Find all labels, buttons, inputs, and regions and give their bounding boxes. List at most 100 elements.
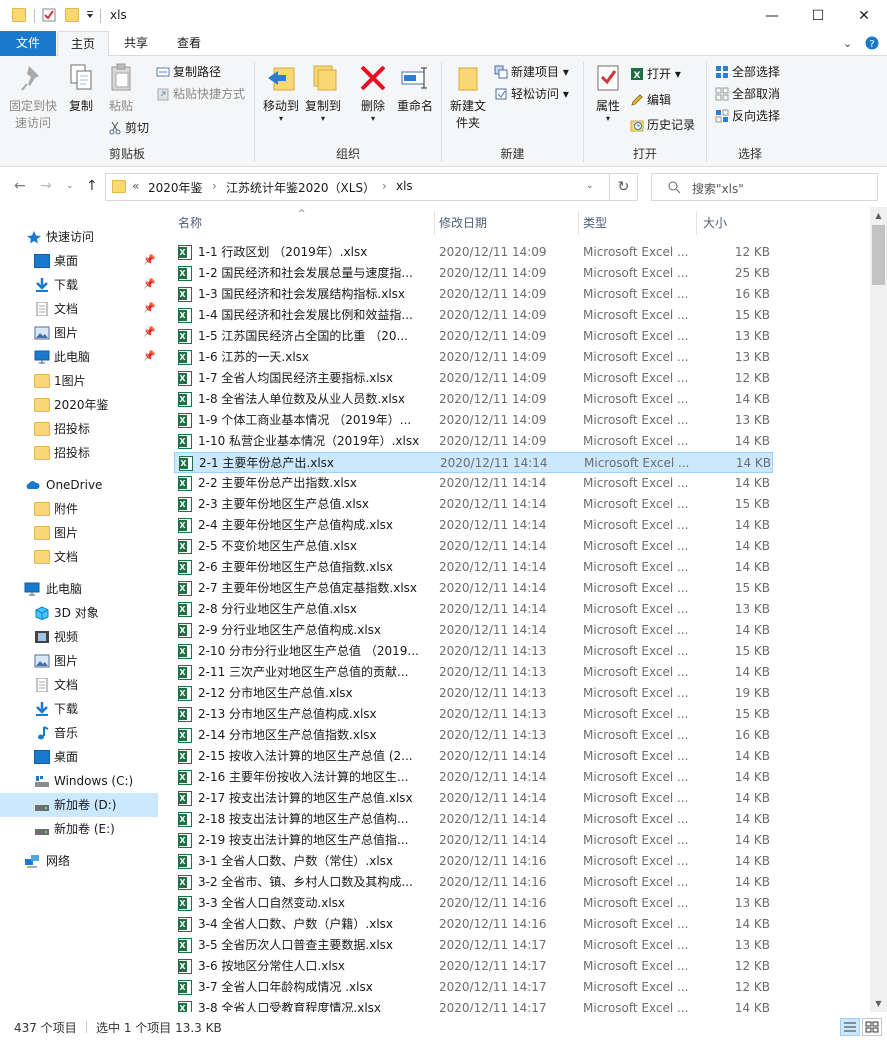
file-row[interactable]: 1-3 国民经济和社会发展结构指标.xlsx 2020/12/11 14:09 Mi…: [174, 284, 773, 305]
delete-button[interactable]: 删除 ▾: [355, 62, 391, 123]
search-box[interactable]: 搜索"xls": [651, 173, 878, 201]
nav-folder[interactable]: 1图片: [0, 369, 158, 393]
file-row[interactable]: 2-10 分市分行业地区生产总值 （2019... 2020/12/11 14:1…: [174, 641, 773, 662]
nav-downloads[interactable]: 下载: [0, 697, 158, 721]
close-button[interactable]: ✕: [841, 0, 887, 31]
select-all-button[interactable]: 全部选择: [715, 62, 780, 82]
file-row[interactable]: 2-1 主要年份总产出.xlsx 2020/12/11 14:14 Microsof…: [174, 452, 773, 473]
move-to-button[interactable]: 移动到 ▾: [261, 62, 301, 123]
expand-ribbon-icon[interactable]: ⌄: [843, 37, 852, 50]
file-row[interactable]: 3-4 全省人口数、户数（户籍）.xlsx 2020/12/11 14:16 Mic…: [174, 914, 773, 935]
file-row[interactable]: 3-8 全省人口受教育程度情况.xlsx 2020/12/11 14:17 Micr…: [174, 998, 773, 1012]
file-row[interactable]: 1-2 国民经济和社会发展总量与速度指... 2020/12/11 14:09 Mi…: [174, 263, 773, 284]
large-icons-view-button[interactable]: [862, 1018, 882, 1036]
nav-onedrive[interactable]: OneDrive: [0, 473, 158, 497]
file-row[interactable]: 2-12 分市地区生产总值.xlsx 2020/12/11 14:13 Micros…: [174, 683, 773, 704]
nav-drive-e[interactable]: 新加卷 (E:): [0, 817, 158, 841]
breadcrumb-item[interactable]: xls: [396, 179, 413, 193]
file-row[interactable]: 2-15 按收入法计算的地区生产总值 (2... 2020/12/11 14:14…: [174, 746, 773, 767]
paste-button[interactable]: 粘贴: [104, 62, 138, 115]
nav-desktop[interactable]: 桌面 📌: [0, 249, 158, 273]
edit-button[interactable]: 编辑: [630, 90, 671, 110]
file-row[interactable]: 3-5 全省历次人口普查主要数据.xlsx 2020/12/11 14:17 Mic…: [174, 935, 773, 956]
customize-toolbar-icon[interactable]: [85, 8, 95, 22]
nav-network[interactable]: 网络: [0, 849, 158, 873]
file-row[interactable]: 3-3 全省人口自然变动.xlsx 2020/12/11 14:16 Microso…: [174, 893, 773, 914]
file-row[interactable]: 3-1 全省人口数、户数（常住）.xlsx 2020/12/11 14:16 Mic…: [174, 851, 773, 872]
rename-button[interactable]: 重命名: [393, 62, 437, 115]
scroll-down-icon[interactable]: ▼: [870, 995, 887, 1012]
refresh-button[interactable]: ↻: [609, 173, 638, 201]
nav-this-pc[interactable]: 此电脑: [0, 577, 158, 601]
scrollbar-thumb[interactable]: [872, 225, 885, 285]
nav-documents[interactable]: 文档 📌: [0, 297, 158, 321]
cut-button[interactable]: 剪切: [108, 118, 149, 138]
file-row[interactable]: 1-5 江苏国民经济占全国的比重 （20... 2020/12/11 14:09 M…: [174, 326, 773, 347]
pin-to-quick-access-button[interactable]: 固定到快速访问: [6, 62, 60, 132]
back-button[interactable]: ←: [14, 178, 26, 194]
nav-this-pc-pinned[interactable]: 此电脑 📌: [0, 345, 158, 369]
column-header-name[interactable]: 名称: [160, 207, 434, 239]
column-header-type[interactable]: 类型: [565, 207, 685, 239]
nav-drive-c[interactable]: Windows (C:): [0, 769, 158, 793]
recent-locations-button[interactable]: ⌄: [66, 181, 74, 191]
help-icon[interactable]: ?: [865, 36, 879, 50]
file-row[interactable]: 1-8 全省法人单位数及从业人员数.xlsx 2020/12/11 14:09 Mi…: [174, 389, 773, 410]
column-header-date[interactable]: 修改日期: [421, 207, 565, 239]
select-none-button[interactable]: 全部取消: [715, 84, 780, 104]
properties-icon[interactable]: [42, 8, 56, 22]
file-row[interactable]: 2-2 主要年份总产出指数.xlsx 2020/12/11 14:14 Micros…: [174, 473, 773, 494]
easy-access-button[interactable]: 轻松访问 ▾: [494, 84, 569, 104]
file-row[interactable]: 1-9 个体工商业基本情况 （2019年）... 2020/12/11 14:09…: [174, 410, 773, 431]
file-row[interactable]: 1-1 行政区划 （2019年）.xlsx 2020/12/11 14:09 Mic…: [174, 242, 773, 263]
breadcrumb-item[interactable]: 江苏统计年鉴2020（XLS）: [226, 179, 375, 196]
file-row[interactable]: 1-6 江苏的一天.xlsx 2020/12/11 14:09 Microsoft …: [174, 347, 773, 368]
file-row[interactable]: 3-6 按地区分常住人口.xlsx 2020/12/11 14:17 Microso…: [174, 956, 773, 977]
file-row[interactable]: 2-9 分行业地区生产总值构成.xlsx 2020/12/11 14:14 Micr…: [174, 620, 773, 641]
file-row[interactable]: 3-7 全省人口年龄构成情况 .xlsx 2020/12/11 14:17 Micr…: [174, 977, 773, 998]
nav-folder[interactable]: 招投标: [0, 441, 158, 465]
new-item-button[interactable]: 新建项目 ▾: [494, 62, 569, 82]
nav-folder[interactable]: 招投标: [0, 417, 158, 441]
scroll-up-icon[interactable]: ▲: [870, 207, 887, 224]
file-row[interactable]: 2-7 主要年份地区生产总值定基指数.xlsx 2020/12/11 14:14 M…: [174, 578, 773, 599]
copy-path-button[interactable]: 复制路径: [156, 62, 221, 82]
tab-home[interactable]: 主页: [57, 31, 109, 57]
nav-folder[interactable]: 图片: [0, 521, 158, 545]
file-row[interactable]: 2-6 主要年份地区生产总值指数.xlsx 2020/12/11 14:14 Mic…: [174, 557, 773, 578]
details-view-button[interactable]: [840, 1018, 860, 1036]
file-row[interactable]: 2-5 不变价地区生产总值.xlsx 2020/12/11 14:14 Micros…: [174, 536, 773, 557]
new-folder-button[interactable]: 新建文件夹: [446, 62, 490, 132]
nav-music[interactable]: 音乐: [0, 721, 158, 745]
properties-button[interactable]: 属性 ▾: [590, 62, 626, 123]
nav-folder[interactable]: 文档: [0, 545, 158, 569]
file-row[interactable]: 2-11 三次产业对地区生产总值的贡献... 2020/12/11 14:13 Mi…: [174, 662, 773, 683]
copy-button[interactable]: 复制: [64, 62, 98, 115]
nav-3d-objects[interactable]: 3D 对象: [0, 601, 158, 625]
copy-to-button[interactable]: 复制到 ▾: [303, 62, 343, 123]
nav-pictures[interactable]: 图片 📌: [0, 321, 158, 345]
file-row[interactable]: 1-4 国民经济和社会发展比例和效益指... 2020/12/11 14:09 Mi…: [174, 305, 773, 326]
open-button[interactable]: X 打开 ▾: [630, 64, 681, 84]
maximize-button[interactable]: ☐: [795, 0, 841, 31]
nav-folder[interactable]: 附件: [0, 497, 158, 521]
history-button[interactable]: 历史记录: [630, 115, 695, 135]
nav-videos[interactable]: 视频: [0, 625, 158, 649]
new-folder-icon[interactable]: [65, 8, 79, 22]
paste-shortcut-button[interactable]: 粘贴快捷方式: [156, 84, 245, 104]
tab-file[interactable]: 文件: [0, 31, 56, 56]
file-row[interactable]: 2-13 分市地区生产总值构成.xlsx 2020/12/11 14:13 Micr…: [174, 704, 773, 725]
up-button[interactable]: ↑: [86, 178, 98, 194]
file-row[interactable]: 2-3 主要年份地区生产总值.xlsx 2020/12/11 14:14 Micro…: [174, 494, 773, 515]
column-header-size[interactable]: 大小: [685, 207, 765, 239]
invert-selection-button[interactable]: 反向选择: [715, 106, 780, 126]
file-row[interactable]: 2-14 分市地区生产总值指数.xlsx 2020/12/11 14:13 Micr…: [174, 725, 773, 746]
nav-downloads[interactable]: 下载 📌: [0, 273, 158, 297]
forward-button[interactable]: →: [40, 178, 52, 194]
nav-quick-access[interactable]: 快速访问: [0, 225, 158, 249]
tab-share[interactable]: 共享: [110, 31, 162, 56]
breadcrumb-item[interactable]: 2020年鉴: [148, 179, 203, 196]
file-row[interactable]: 3-2 全省市、镇、乡村人口数及其构成... 2020/12/11 14:16 Mi…: [174, 872, 773, 893]
file-row[interactable]: 2-19 按支出法计算的地区生产总值指... 2020/12/11 14:14 Mi…: [174, 830, 773, 851]
nav-documents[interactable]: 文档: [0, 673, 158, 697]
